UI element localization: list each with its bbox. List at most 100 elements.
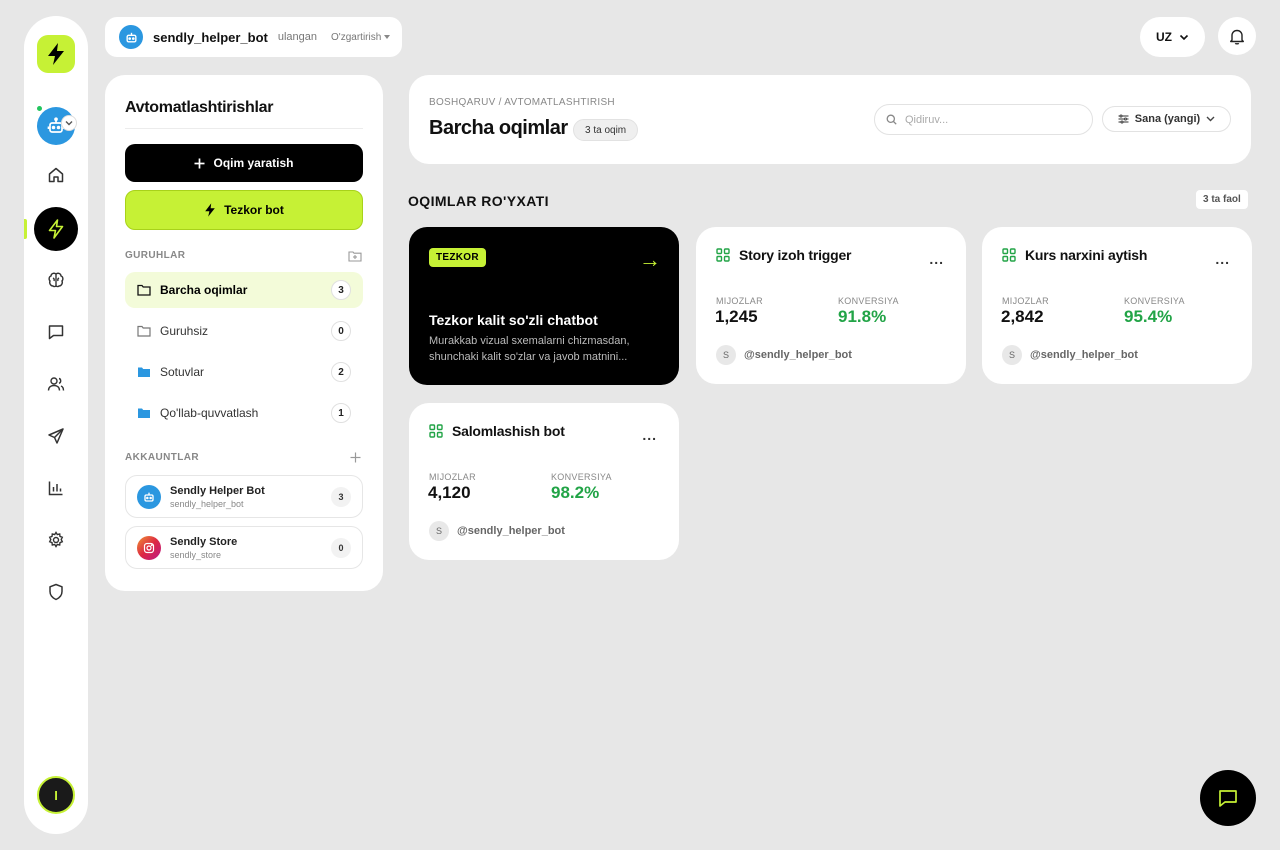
- flow-title: Story izoh trigger: [739, 247, 852, 263]
- create-flow-label: Oqim yaratish: [213, 156, 294, 170]
- gear-icon[interactable]: [44, 528, 68, 552]
- group-count: 1: [331, 403, 351, 423]
- group-count: 2: [331, 362, 351, 382]
- flow-card-story-trigger[interactable]: Story izoh trigger ... MIJOZLAR 1,245 KO…: [696, 227, 966, 384]
- brain-icon[interactable]: [44, 268, 68, 292]
- page-title: Barcha oqimlar: [429, 117, 568, 139]
- active-bot-pill: sendly_helper_bot ulangan O'zgartirish: [105, 17, 402, 57]
- language-label: UZ: [1156, 30, 1172, 44]
- sliders-icon: [1118, 114, 1129, 124]
- conversion-label: KONVERSIYA: [1124, 296, 1185, 306]
- caret-down-icon: [384, 35, 391, 39]
- chat-support-button[interactable]: [1200, 770, 1256, 826]
- group-item-sales[interactable]: Sotuvlar 2: [125, 354, 363, 390]
- bot-handle: @sendly_helper_bot: [1030, 349, 1138, 361]
- robot-icon: [119, 25, 143, 49]
- automation-sidebar: Avtomatlashtirishlar Oqim yaratish Tezko…: [105, 75, 383, 591]
- clients-label: MIJOZLAR: [716, 296, 763, 306]
- search-input[interactable]: [905, 113, 1075, 126]
- account-count: 3: [331, 486, 351, 507]
- card-footer: S @sendly_helper_bot: [716, 345, 852, 365]
- chevron-down-icon[interactable]: [62, 116, 76, 130]
- arrow-right-icon[interactable]: →: [639, 247, 661, 273]
- card-footer: S @sendly_helper_bot: [429, 521, 565, 541]
- sidebar-title: Avtomatlashtirishlar: [125, 99, 274, 116]
- flow-card-greeting-bot[interactable]: Salomlashish bot ... MIJOZLAR 4,120 KONV…: [409, 403, 679, 560]
- conversion-value: 91.8%: [838, 307, 887, 326]
- home-icon[interactable]: [44, 163, 68, 187]
- group-count: 3: [331, 280, 351, 300]
- notifications-button[interactable]: [1218, 17, 1256, 55]
- app-logo[interactable]: [37, 35, 75, 73]
- bolt-icon[interactable]: [34, 207, 78, 251]
- clients-value: 2,842: [1001, 307, 1044, 326]
- bot-handle: @sendly_helper_bot: [457, 525, 565, 537]
- instagram-icon: [137, 535, 161, 560]
- bot-name: sendly_helper_bot: [153, 29, 268, 45]
- online-status-dot: [36, 105, 43, 112]
- breadcrumb: BOSHQARUV / AVTOMATLASHTIRISH: [429, 97, 615, 108]
- group-label: Guruhsiz: [160, 324, 209, 338]
- flow-grid-icon: [429, 424, 443, 438]
- flow-count-badge: 3 ta oqim: [573, 119, 639, 141]
- group-item-ungrouped[interactable]: Guruhsiz 0: [125, 313, 363, 349]
- accounts-section-label: AKKAUNTLAR: [125, 452, 199, 463]
- create-flow-button[interactable]: Oqim yaratish: [125, 144, 363, 182]
- user-avatar[interactable]: I: [37, 776, 75, 814]
- group-item-support[interactable]: Qo'llab-quvvatlash 1: [125, 395, 363, 431]
- bell-icon: [1229, 28, 1245, 45]
- clients-label: MIJOZLAR: [1002, 296, 1049, 306]
- user-initial: I: [54, 787, 58, 803]
- language-selector[interactable]: UZ: [1140, 17, 1205, 57]
- bolt-icon: [46, 43, 66, 65]
- more-options-button[interactable]: ...: [929, 251, 944, 267]
- add-folder-icon[interactable]: [347, 248, 363, 264]
- card-header: Salomlashish bot: [429, 423, 565, 439]
- clients-value: 1,245: [715, 307, 758, 326]
- conversion-label: KONVERSIYA: [838, 296, 899, 306]
- account-count: 0: [331, 537, 351, 558]
- group-count: 0: [331, 321, 351, 341]
- flow-grid-icon: [716, 248, 730, 262]
- quick-bot-button[interactable]: Tezkor bot: [125, 190, 363, 230]
- account-text: Sendly Store sendly_store: [170, 536, 237, 560]
- flow-card-course-price[interactable]: Kurs narxini aytish ... MIJOZLAR 2,842 K…: [982, 227, 1252, 384]
- card-footer: S @sendly_helper_bot: [1002, 345, 1138, 365]
- telegram-icon: [137, 484, 161, 509]
- send-icon[interactable]: [44, 424, 68, 448]
- clients-value: 4,120: [428, 483, 471, 502]
- change-bot-button[interactable]: O'zgartirish: [331, 32, 391, 43]
- group-item-all[interactable]: Barcha oqimlar 3: [125, 272, 363, 308]
- users-icon[interactable]: [44, 372, 68, 396]
- list-title: OQIMLAR RO'YXATI: [408, 193, 549, 209]
- sort-dropdown[interactable]: Sana (yangi): [1102, 106, 1231, 132]
- folder-filled-icon: [137, 407, 151, 419]
- account-item-store[interactable]: Sendly Store sendly_store 0: [125, 526, 363, 569]
- flow-title: Salomlashish bot: [452, 423, 565, 439]
- nav-rail: I: [24, 16, 88, 834]
- folder-filled-icon: [137, 366, 151, 378]
- bot-avatar: S: [1002, 345, 1022, 365]
- group-label: Barcha oqimlar: [160, 283, 248, 297]
- chart-icon[interactable]: [44, 476, 68, 500]
- quick-bot-label: Tezkor bot: [224, 203, 284, 217]
- message-icon[interactable]: [44, 320, 68, 344]
- account-handle: sendly_store: [170, 549, 222, 560]
- more-options-button[interactable]: ...: [642, 427, 657, 443]
- chevron-down-icon: [1179, 34, 1189, 41]
- sort-label: Sana (yangi): [1134, 113, 1201, 125]
- account-item-helper-bot[interactable]: Sendly Helper Bot sendly_helper_bot 3: [125, 475, 363, 518]
- bolt-icon: [204, 203, 216, 217]
- flow-description: Murakkab vizual sxemalarni chizmasdan, s…: [429, 335, 630, 363]
- search-box: [874, 104, 1093, 135]
- bot-avatar: S: [716, 345, 736, 365]
- flow-title: Kurs narxini aytish: [1025, 247, 1148, 263]
- divider: [125, 128, 363, 129]
- flow-card-quick-chatbot[interactable]: TEZKOR → Tezkor kalit so'zli chatbot Mur…: [409, 227, 679, 385]
- more-options-button[interactable]: ...: [1215, 251, 1230, 267]
- add-account-icon[interactable]: [347, 449, 363, 465]
- shield-icon[interactable]: [44, 580, 68, 604]
- bot-handle: @sendly_helper_bot: [744, 349, 852, 361]
- flow-title: Tezkor kalit so'zli chatbot: [429, 312, 598, 328]
- active-indicator: [24, 219, 27, 239]
